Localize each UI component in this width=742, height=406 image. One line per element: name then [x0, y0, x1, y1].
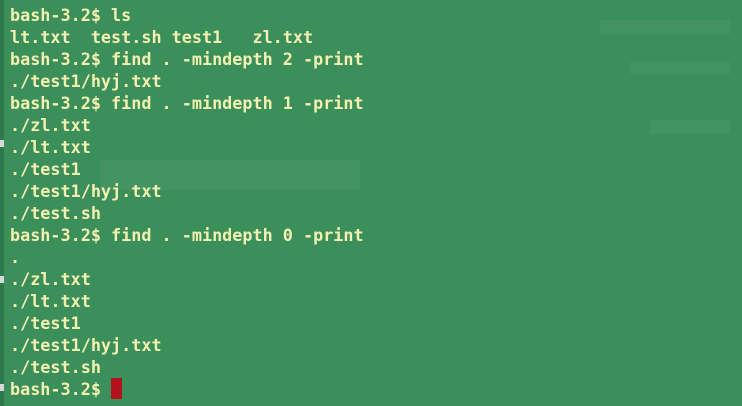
terminal-line: ./zl.txt	[10, 115, 91, 135]
terminal-line: ./test.sh	[10, 357, 101, 377]
terminal-input-line[interactable]: bash-3.2$	[10, 378, 364, 400]
terminal-line: bash-3.2$ find . -mindepth 0 -print	[10, 225, 364, 245]
terminal-line: ./test1/hyj.txt	[10, 71, 162, 91]
background-window-ghost	[630, 62, 730, 74]
terminal-line: .	[10, 247, 21, 267]
background-window-ghost	[650, 120, 730, 134]
terminal-line: ./lt.txt	[10, 137, 91, 157]
terminal-line: ./test1/hyj.txt	[10, 181, 162, 201]
terminal-line: ./test1	[10, 313, 81, 333]
edge-mark	[0, 276, 4, 283]
prompt: bash-3.2$	[10, 379, 112, 399]
terminal-line: ./test1/hyj.txt	[10, 335, 162, 355]
terminal-output: bash-3.2$ ls lt.txt test.sh test1 zl.txt…	[10, 4, 364, 400]
terminal-line: ./zl.txt	[10, 269, 91, 289]
edge-mark	[0, 384, 4, 391]
terminal-line: lt.txt test.sh test1 zl.txt	[10, 27, 314, 47]
terminal-line: bash-3.2$ find . -mindepth 2 -print	[10, 49, 364, 69]
terminal-line: ./test.sh	[10, 203, 101, 223]
background-window-ghost	[600, 20, 730, 34]
terminal-line: bash-3.2$ ls	[10, 5, 132, 25]
edge-mark	[0, 140, 4, 147]
terminal-line: ./test1	[10, 159, 81, 179]
window-edge	[0, 0, 4, 406]
terminal-line: ./lt.txt	[10, 291, 91, 311]
text-cursor	[111, 378, 123, 399]
terminal-window[interactable]: bash-3.2$ ls lt.txt test.sh test1 zl.txt…	[0, 0, 742, 406]
terminal-line: bash-3.2$ find . -mindepth 1 -print	[10, 93, 364, 113]
